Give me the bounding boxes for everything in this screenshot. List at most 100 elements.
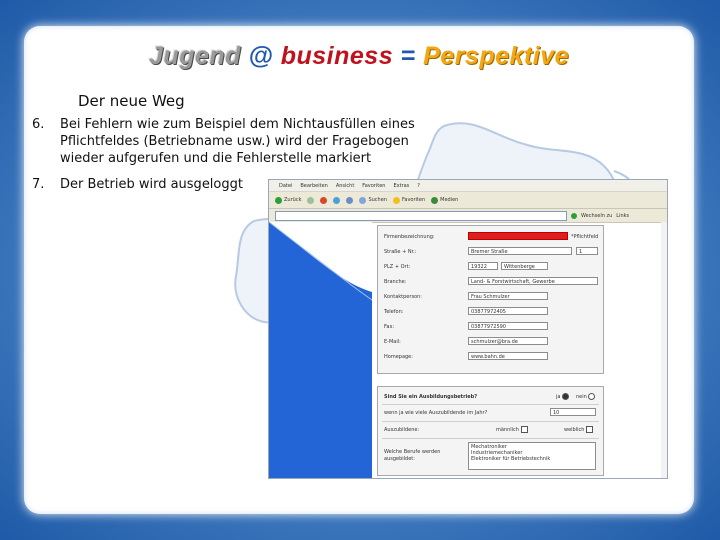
no-label: nein (576, 394, 587, 400)
media-icon (431, 196, 439, 204)
title-jugend: Jugend (149, 42, 241, 70)
search-label: Suchen (368, 197, 387, 203)
house-number-field[interactable]: 1 (576, 247, 598, 255)
list-item: 6. Bei Fehlern wie zum Beispiel dem Nich… (32, 116, 432, 167)
female-option[interactable]: weiblich (564, 426, 594, 433)
field-label: Firmenbezeichnung: (384, 234, 435, 240)
title-equals: = (400, 42, 416, 70)
professions-listbox[interactable]: Mechatroniker Industriemechaniker Elektr… (468, 442, 596, 470)
male-option[interactable]: männlich (496, 426, 528, 433)
menu-item[interactable]: Extras (393, 183, 409, 189)
no-option[interactable]: nein (576, 393, 596, 400)
phone-field[interactable]: 03877972405 (468, 307, 548, 315)
male-label: männlich (496, 427, 519, 433)
city-field[interactable]: Wittenberge (501, 262, 548, 270)
female-label: weiblich (564, 427, 585, 433)
divider (382, 421, 599, 422)
title-perspektive: Perspektive (423, 42, 569, 70)
field-label: Fax: (384, 324, 395, 330)
email-field[interactable]: schmulzer@bra.de (468, 337, 548, 345)
male-checkbox[interactable] (520, 426, 528, 433)
blue-sidebar (269, 222, 372, 478)
field-label: Sind Sie ein Ausbildungsbetrieb? (384, 394, 478, 400)
industry-select[interactable]: Land- & Forstwirtschaft, Gewerbe (468, 277, 598, 285)
title-business: business (280, 42, 394, 70)
divider (382, 404, 599, 405)
form-row: Kontaktperson: Frau Schmulzer (378, 290, 603, 304)
media-button[interactable]: Medien (431, 196, 459, 204)
slide-card: Jugend @ business = Perspektive Der neue… (24, 26, 694, 514)
list-item-text: Der Betrieb wird ausgeloggt (60, 177, 243, 192)
fax-field[interactable]: 03877972590 (468, 322, 548, 330)
field-label: wenn ja wie viele Auszubildende im Jahr? (384, 410, 488, 416)
apprentice-count-field[interactable]: 10 (550, 408, 596, 416)
address-input[interactable] (275, 210, 567, 221)
field-label: Straße + Nr.: (384, 249, 417, 255)
menu-item[interactable]: Datei (279, 183, 292, 189)
company-form-panel: Firmenbezeichnung: *Pflichtfeld Straße +… (377, 225, 604, 374)
no-radio[interactable] (588, 393, 596, 400)
stop-icon (320, 196, 328, 204)
page-content: Firmenbezeichnung: *Pflichtfeld Straße +… (269, 222, 667, 478)
links-label[interactable]: Links (616, 213, 629, 219)
yes-option[interactable]: ja (556, 393, 570, 400)
go-button[interactable]: Wechseln zu (581, 213, 612, 219)
form-row: Telefon: 03877972405 (378, 305, 603, 319)
forward-button[interactable] (307, 196, 315, 204)
street-field[interactable]: Bremer Straße (468, 247, 572, 255)
menu-item[interactable]: Bearbeiten (300, 183, 327, 189)
home-button[interactable] (346, 196, 354, 204)
favorites-button[interactable]: Favoriten (392, 196, 426, 204)
divider (382, 438, 599, 439)
refresh-button[interactable] (333, 196, 341, 204)
form-row: Auszubildene: männlich weiblich (378, 423, 603, 437)
field-label: Kontaktperson: (384, 294, 422, 300)
field-label: PLZ + Ort: (384, 264, 411, 270)
form-row: wenn ja wie viele Auszubildende im Jahr?… (378, 406, 603, 420)
form-row: PLZ + Ort: 19322 Wittenberge (378, 260, 603, 274)
homepage-field[interactable]: www.bahn.de (468, 352, 548, 360)
yes-radio[interactable] (562, 393, 570, 400)
form-row: Branche: Land- & Forstwirtschaft, Gewerb… (378, 275, 603, 289)
list-item[interactable]: Elektroniker für Betriebstechnik (471, 456, 593, 462)
form-row: Sind Sie ein Ausbildungsbetrieb? ja nein (378, 390, 603, 404)
star-icon (392, 196, 400, 204)
field-label: Homepage: (384, 354, 413, 360)
field-label: Telefon: (384, 309, 404, 315)
form-row: Fax: 03877972590 (378, 320, 603, 334)
slide-subtitle: Der neue Weg (78, 92, 185, 110)
back-label: Zurück (284, 197, 302, 203)
list-item-text: Bei Fehlern wie zum Beispiel dem Nichtau… (60, 117, 415, 166)
form-row: E-Mail: schmulzer@bra.de (378, 335, 603, 349)
form-row: Homepage: www.bahn.de (378, 350, 603, 364)
yes-label: ja (556, 394, 561, 400)
sidebar-curve-graphic (269, 222, 372, 301)
form-row: Welche Berufe werden ausgebildet: Mechat… (378, 442, 603, 472)
title-at: @ (248, 42, 274, 70)
company-name-field[interactable] (468, 232, 568, 240)
slide-background: Jugend @ business = Perspektive Der neue… (0, 0, 720, 540)
field-label: E-Mail: (384, 339, 401, 345)
media-label: Medien (440, 197, 459, 203)
slide-title: Jugend @ business = Perspektive (24, 42, 694, 71)
menu-item[interactable]: Ansicht (336, 183, 354, 189)
menu-item[interactable]: ? (417, 183, 420, 189)
female-checkbox[interactable] (586, 426, 594, 433)
menu-item[interactable]: Favoriten (362, 183, 385, 189)
go-arrow-icon (571, 212, 577, 219)
required-error-text: *Pflichtfeld (571, 234, 599, 240)
back-button[interactable]: Zurück (275, 196, 302, 204)
field-label: Welche Berufe werden ausgebildet: (384, 449, 441, 462)
list-item-number: 6. (32, 117, 45, 132)
browser-toolbar: Zurück Suchen Favoriten Medien (269, 192, 667, 209)
refresh-icon (333, 196, 341, 204)
search-button[interactable]: Suchen (359, 196, 387, 204)
stop-button[interactable] (320, 196, 328, 204)
address-bar: Wechseln zu Links (269, 209, 667, 223)
contact-field[interactable]: Frau Schmulzer (468, 292, 548, 300)
field-label: Branche: (384, 279, 407, 285)
browser-scrollbar[interactable] (661, 222, 667, 478)
zip-field[interactable]: 19322 (468, 262, 498, 270)
browser-screenshot: Datei Bearbeiten Ansicht Favoriten Extra… (268, 179, 668, 479)
favorites-label: Favoriten (401, 197, 426, 203)
